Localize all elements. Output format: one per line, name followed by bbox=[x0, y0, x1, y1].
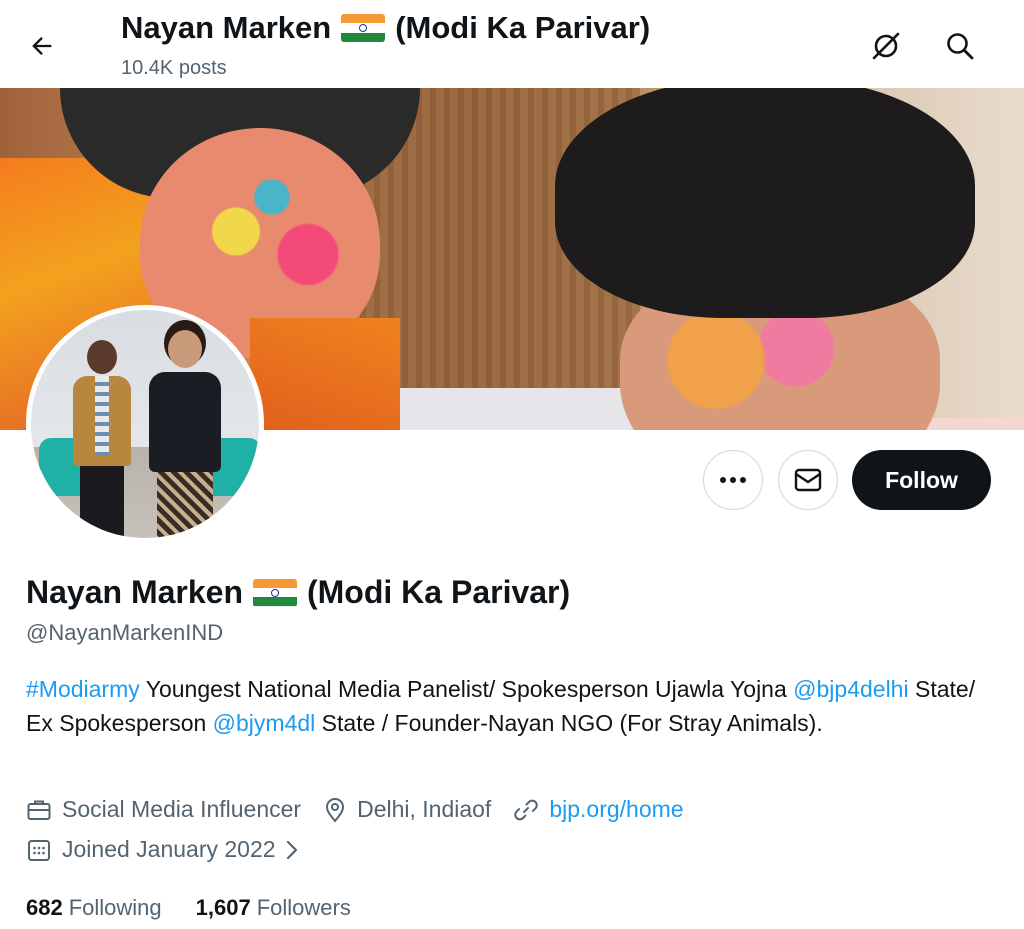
header-title-suffix: (Modi Ka Parivar) bbox=[395, 10, 651, 45]
profile-name-text: Nayan Marken bbox=[26, 574, 243, 610]
profile-header-bar: Nayan Marken (Modi Ka Parivar) 10.4K pos… bbox=[0, 0, 1024, 88]
grok-slash-icon bbox=[872, 32, 900, 60]
profile-name-suffix: (Modi Ka Parivar) bbox=[306, 574, 571, 610]
profile-handle: @NayanMarkenIND bbox=[26, 620, 224, 645]
location-pin-icon bbox=[326, 797, 345, 823]
header-title-name: Nayan Marken bbox=[121, 10, 332, 45]
briefcase-icon bbox=[27, 800, 51, 820]
bio-mention-link[interactable]: @bjp4delhi bbox=[793, 676, 908, 702]
grok-button[interactable] bbox=[864, 24, 908, 68]
bio-mention-link[interactable]: @bjym4dl bbox=[213, 710, 316, 736]
website-item[interactable]: bjp.org/home bbox=[513, 796, 684, 823]
profile-meta-row: Social Media Influencer Delhi, Indiaof b… bbox=[26, 796, 706, 823]
location-text: Delhi, Indiaof bbox=[357, 796, 492, 822]
following-label: Following bbox=[68, 895, 162, 920]
search-icon bbox=[947, 33, 974, 60]
website-link[interactable]: bjp.org/home bbox=[549, 796, 683, 823]
header-title: Nayan Marken (Modi Ka Parivar) bbox=[121, 10, 650, 46]
bio-text: Youngest National Media Panelist/ Spokes… bbox=[139, 676, 794, 702]
posts-count: 10.4K posts bbox=[121, 57, 227, 79]
message-button[interactable] bbox=[778, 450, 838, 510]
profession-item: Social Media Influencer bbox=[26, 796, 301, 823]
following-count: 682 bbox=[26, 895, 63, 920]
follow-button[interactable]: Follow bbox=[852, 450, 991, 510]
bio-text: State / Founder-Nayan NGO (For Stray Ani… bbox=[315, 710, 823, 736]
india-flag-icon bbox=[341, 14, 386, 42]
calendar-icon bbox=[28, 839, 50, 861]
followers-label: Followers bbox=[256, 895, 351, 920]
envelope-icon bbox=[794, 468, 822, 492]
following-stat[interactable]: 682 Following bbox=[26, 895, 162, 921]
profession-text: Social Media Influencer bbox=[62, 796, 302, 822]
arrow-left-icon bbox=[32, 37, 52, 55]
more-dots-icon bbox=[720, 477, 746, 483]
bio-hashtag-link[interactable]: #Modiarmy bbox=[26, 676, 140, 702]
link-icon bbox=[514, 799, 539, 820]
india-flag-icon bbox=[252, 578, 297, 607]
profile-avatar[interactable] bbox=[26, 305, 264, 543]
profile-bio: #Modiarmy Youngest National Media Paneli… bbox=[26, 672, 986, 740]
follow-stats: 682 Following 1,607 Followers bbox=[26, 895, 385, 921]
followers-count: 1,607 bbox=[195, 895, 251, 920]
chevron-right-icon[interactable] bbox=[284, 839, 300, 861]
location-item: Delhi, Indiaof bbox=[323, 796, 491, 823]
search-button[interactable] bbox=[938, 24, 982, 68]
more-options-button[interactable] bbox=[703, 450, 763, 510]
joined-item: Joined January 2022 bbox=[26, 836, 300, 863]
joined-row: Joined January 2022 bbox=[26, 836, 322, 863]
back-button[interactable] bbox=[20, 24, 64, 68]
joined-text: Joined January 2022 bbox=[62, 836, 276, 862]
followers-stat[interactable]: 1,607 Followers bbox=[196, 895, 351, 921]
profile-name: Nayan Marken (Modi Ka Parivar) bbox=[26, 574, 570, 611]
